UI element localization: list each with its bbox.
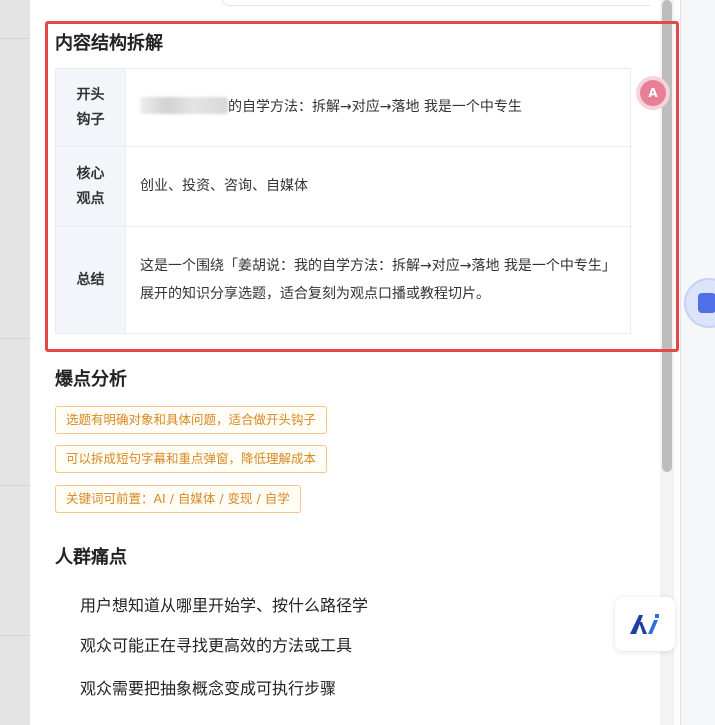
translate-button[interactable]: A [636,76,670,110]
left-background [0,0,30,725]
translate-icon: A [640,80,666,106]
pain-point-item: 观众可能正在寻找更高效的方法或工具 [80,636,353,655]
pain-section-title: 人群痛点 [55,547,127,568]
viral-tag: 选题有明确对象和具体问题，适合做开头钩子 [55,406,328,434]
viral-tag: 可以拆成短句字幕和重点弹窗，降低理解成本 [55,445,328,473]
ai-logo-button[interactable] [615,597,675,651]
viral-section-title: 爆点分析 [55,369,127,390]
ai-logo-icon [630,614,659,634]
top-card-edge [222,0,651,6]
right-side-strip [680,0,715,725]
pain-point-item: 观众需要把抽象概念变成可执行步骤 [80,679,337,698]
highlight-box [45,21,679,352]
pain-point-item: 用户想知道从哪里开始学、按什么路径学 [80,596,369,615]
viral-tag: 关键词可前置：AI / 自媒体 / 变现 / 自学 [55,485,301,513]
